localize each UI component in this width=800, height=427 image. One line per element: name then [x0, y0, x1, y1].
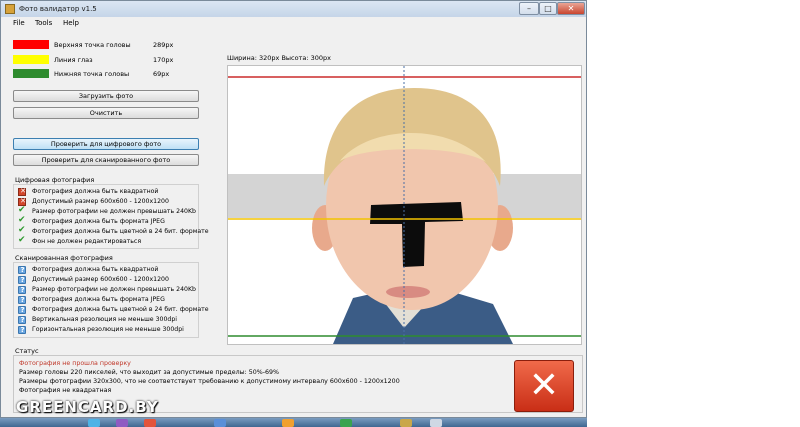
minimize-button[interactable]: –: [519, 2, 539, 15]
photo-dimensions: Ширина: 320px Высота: 300px: [227, 54, 332, 62]
menu-bar: File Tools Help: [1, 17, 586, 29]
close-button[interactable]: ✕: [557, 2, 585, 15]
maximize-button[interactable]: □: [539, 2, 557, 15]
load-photo-button[interactable]: Загрузить фото: [13, 90, 199, 102]
question-icon: [18, 296, 26, 304]
window-title: Фото валидатор v1.5: [19, 5, 97, 13]
taskbar-app-icon[interactable]: [400, 419, 412, 427]
scanned-group-title: Сканированная фотография: [15, 254, 113, 262]
question-icon: [18, 266, 26, 274]
scanned-checklist: Фотография должна быть квадратной Допусти…: [13, 262, 209, 338]
question-icon: [18, 286, 26, 294]
menu-tools[interactable]: Tools: [35, 19, 52, 27]
app-window: Фото валидатор v1.5 – □ ✕ File Tools Hel…: [0, 0, 587, 418]
digital-checklist: Фотография должна быть квадратной Допусти…: [13, 184, 209, 249]
digital-group-title: Цифровая фотография: [15, 176, 95, 184]
legend-value-bottom: 69px: [153, 70, 170, 78]
watermark: GREENCARD.BY: [16, 398, 159, 416]
photo-preview[interactable]: [227, 65, 582, 345]
scanned-check-item-label: Вертикальная резолюция не меньше 300dpi: [32, 316, 177, 323]
portrait-image: [228, 66, 581, 344]
legend-value-eyes: 170px: [153, 56, 174, 64]
status-line-not-square: Фотография не квадратная: [19, 387, 112, 394]
legend-swatch-top: [13, 40, 49, 49]
question-icon: [18, 306, 26, 314]
status-label: Статус: [15, 347, 39, 355]
taskbar-app-icon[interactable]: [430, 419, 442, 427]
scanned-check-item-label: Фотография должна быть цветной в 24 бит.…: [32, 306, 209, 313]
legend-label-eyes: Линия глаз: [54, 56, 93, 64]
status-error-title: Фотография не прошла проверку: [19, 360, 131, 367]
error-icon: [18, 187, 27, 196]
legend-swatch-eyes: [13, 55, 49, 64]
menu-file[interactable]: File: [13, 19, 25, 27]
taskbar-app-icon[interactable]: [282, 419, 294, 427]
legend-label-top: Верхняя точка головы: [54, 41, 131, 49]
question-icon: [18, 276, 26, 284]
taskbar-app-icon[interactable]: [116, 419, 128, 427]
legend-value-top: 289px: [153, 41, 174, 49]
scanned-check-item-label: Фотография должна быть формата JPEG: [32, 296, 165, 303]
title-bar[interactable]: Фото валидатор v1.5 – □ ✕: [1, 1, 586, 18]
fail-x-icon: [514, 360, 574, 412]
question-icon: [18, 316, 26, 324]
scanned-check-item-label: Размер фотографии не должен превышать 24…: [32, 286, 196, 293]
digital-check-item-label: Фотография должна быть формата JPEG: [32, 218, 165, 225]
legend-label-bottom: Нижняя точка головы: [54, 70, 130, 78]
question-icon: [18, 326, 26, 334]
taskbar-app-icon[interactable]: [88, 419, 100, 427]
check-digital-button[interactable]: Проверить для цифрового фото: [13, 138, 199, 150]
taskbar-app-icon[interactable]: [340, 419, 352, 427]
taskbar-app-icon[interactable]: [214, 419, 226, 427]
app-icon: [5, 4, 15, 14]
digital-check-item-label: Фотография должна быть квадратной: [32, 188, 159, 195]
scanned-check-item-label: Горизонтальная резолюция не меньше 300dp…: [32, 326, 184, 333]
scanned-check-item-label: Допустимый размер 600x600 - 1200x1200: [32, 276, 169, 283]
check-scanned-button[interactable]: Проверить для сканированного фото: [13, 154, 199, 166]
legend-swatch-bottom: [13, 69, 49, 78]
digital-check-item-label: Допустимый размер 600x600 - 1200x1200: [32, 198, 169, 205]
taskbar-app-icon[interactable]: [144, 419, 156, 427]
checkmark-icon: [18, 235, 26, 246]
menu-help[interactable]: Help: [63, 19, 79, 27]
status-line-head-size: Размер головы 220 пикселей, что выходит …: [19, 369, 280, 376]
digital-check-item-label: Фотография должна быть цветной в 24 бит.…: [32, 228, 209, 235]
digital-check-item-label: Фон не должен редактироваться: [32, 238, 142, 245]
status-line-dimensions: Размеры фотографии 320x300, что не соотв…: [19, 378, 400, 385]
clear-button[interactable]: Очистить: [13, 107, 199, 119]
scanned-check-item-label: Фотография должна быть квадратной: [32, 266, 159, 273]
digital-check-item-label: Размер фотографии не должен превышать 24…: [32, 208, 196, 215]
